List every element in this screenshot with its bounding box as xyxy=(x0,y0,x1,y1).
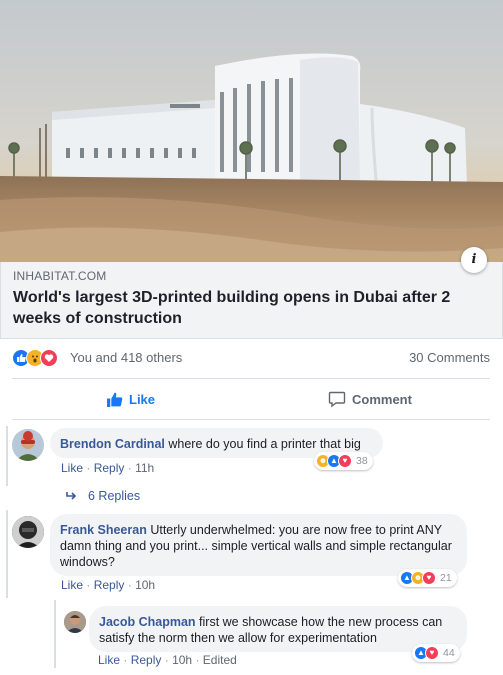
link-source: INHABITAT.COM xyxy=(13,269,107,283)
thread-line xyxy=(6,510,8,598)
avatar-image xyxy=(12,429,44,461)
like-button[interactable]: Like xyxy=(106,388,155,410)
reply-bubble: Jacob Chapman first we showcase how the … xyxy=(89,606,467,652)
comment-author[interactable]: Brendon Cardinal xyxy=(60,437,165,451)
comment-meta: Like · Reply · 10h xyxy=(61,578,156,592)
avatar-image xyxy=(64,611,86,633)
thread-line xyxy=(6,426,8,486)
comment-meta: Like · Reply · 10h · Edited xyxy=(98,653,237,667)
building-illustration xyxy=(0,0,503,262)
avatar[interactable] xyxy=(12,516,44,548)
replies-label: 6 Replies xyxy=(88,489,141,503)
edited-label[interactable]: Edited xyxy=(203,653,237,667)
reactions-summary: You and 418 others 30 Comments xyxy=(12,349,490,367)
comment-like-link[interactable]: Like xyxy=(98,653,120,667)
comment-label: Comment xyxy=(352,391,412,407)
link-preview[interactable]: i INHABITAT.COM World's largest 3D-print… xyxy=(0,247,503,339)
comment-time[interactable]: 10h xyxy=(172,653,192,667)
comment-like-link[interactable]: Like xyxy=(61,578,83,592)
avatar[interactable] xyxy=(12,429,44,461)
reaction-badge[interactable]: ☻ ▲ ♥ 38 xyxy=(314,452,373,470)
love-icon: ♥ xyxy=(422,571,436,585)
reactions-text[interactable]: You and 418 others xyxy=(70,350,182,365)
avatar-image xyxy=(12,516,44,548)
comments-count[interactable]: 30 Comments xyxy=(409,350,490,365)
article-image[interactable] xyxy=(0,0,503,262)
comment-like-link[interactable]: Like xyxy=(61,461,83,475)
comment-reply-link[interactable]: Reply xyxy=(94,461,125,475)
link-headline[interactable]: World's largest 3D-printed building open… xyxy=(13,287,473,329)
comment-bubble: Frank Sheeran Utterly underwhelmed: you … xyxy=(50,514,467,576)
comment-meta: Like · Reply · 11h xyxy=(61,461,155,475)
reply-arrow-icon xyxy=(66,492,77,500)
comment-time[interactable]: 11h xyxy=(135,461,154,475)
comment-button[interactable]: Comment xyxy=(328,388,412,410)
love-icon: ♥ xyxy=(338,454,352,468)
avatar[interactable] xyxy=(64,611,86,633)
comment-icon xyxy=(328,391,346,408)
view-replies[interactable]: 6 Replies xyxy=(66,489,140,503)
comment-time[interactable]: 10h xyxy=(135,578,155,592)
comment-text: where do you find a printer that big xyxy=(168,437,361,451)
like-label: Like xyxy=(129,391,156,407)
comment-author[interactable]: Jacob Chapman xyxy=(99,615,196,629)
comment-reply-link[interactable]: Reply xyxy=(131,653,162,667)
comment-author[interactable]: Frank Sheeran xyxy=(60,523,147,537)
thumbs-up-icon xyxy=(107,392,123,407)
divider xyxy=(12,378,490,379)
thread-line xyxy=(54,600,56,668)
reaction-count: 21 xyxy=(440,572,452,584)
comment-reply-link[interactable]: Reply xyxy=(94,578,125,592)
love-icon: ♥ xyxy=(425,646,439,660)
love-icon xyxy=(40,349,58,367)
info-button[interactable]: i xyxy=(461,247,487,273)
reaction-count: 44 xyxy=(443,647,455,659)
reaction-count: 38 xyxy=(356,455,368,467)
reaction-badge[interactable]: ▲ ♥ 44 xyxy=(412,644,460,662)
reaction-badge[interactable]: ▲ ☻ ♥ 21 xyxy=(398,569,457,587)
